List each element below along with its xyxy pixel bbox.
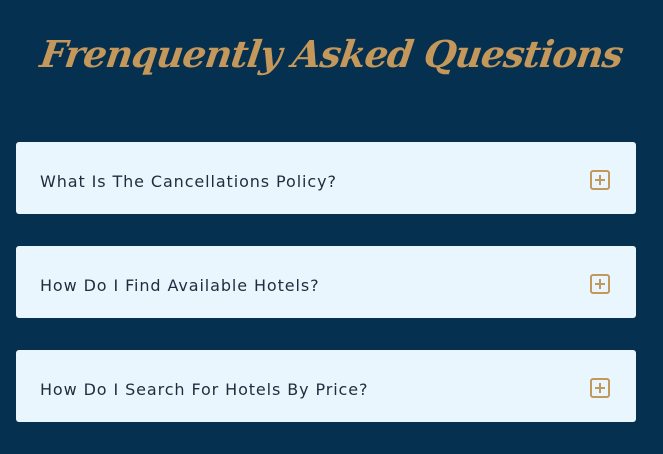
faq-item-find-available-hotels[interactable]: How Do I Find Available Hotels? bbox=[16, 246, 636, 318]
faq-question: What Is The Cancellations Policy? bbox=[40, 172, 337, 191]
faq-question: How Do I Search For Hotels By Price? bbox=[40, 380, 369, 399]
page-title: Frenquently Asked Questions bbox=[37, 32, 626, 76]
faq-question: How Do I Find Available Hotels? bbox=[40, 276, 320, 295]
faq-item-search-by-price[interactable]: How Do I Search For Hotels By Price? bbox=[16, 350, 636, 422]
plus-square-icon[interactable] bbox=[590, 170, 610, 190]
faq-item-cancellation-policy[interactable]: What Is The Cancellations Policy? bbox=[16, 142, 636, 214]
plus-square-icon[interactable] bbox=[590, 274, 610, 294]
faq-list: What Is The Cancellations Policy? How Do… bbox=[16, 142, 636, 454]
plus-square-icon[interactable] bbox=[590, 378, 610, 398]
faq-section: Frenquently Asked Questions What Is The … bbox=[0, 0, 663, 441]
